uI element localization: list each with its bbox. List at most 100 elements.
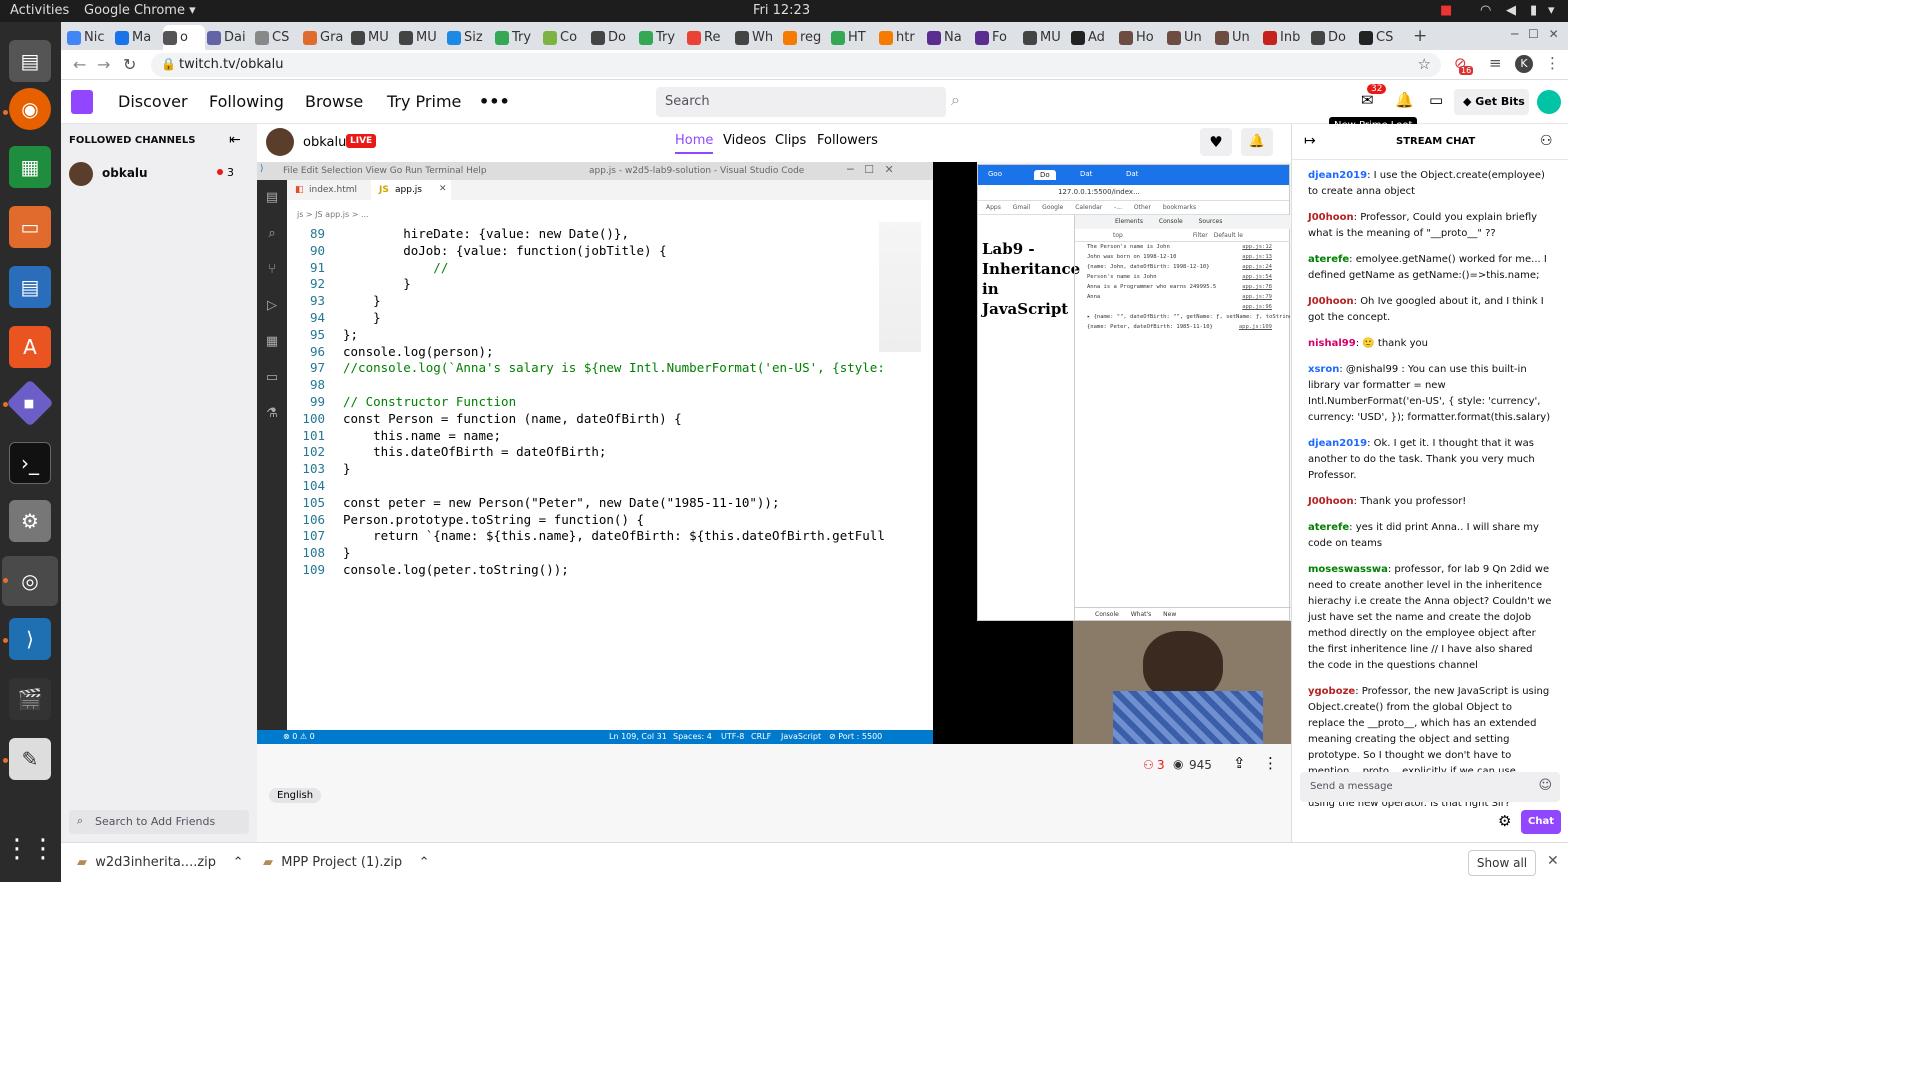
follow-heart-button[interactable]: ♥ <box>1200 128 1232 156</box>
twitch-logo-icon[interactable] <box>71 90 93 114</box>
close-downloads-icon[interactable]: ✕ <box>1547 853 1559 869</box>
show-all-button[interactable]: Show all <box>1468 850 1536 876</box>
chat-username[interactable]: J00hoon <box>1308 212 1354 223</box>
terminal-icon[interactable]: ›_ <box>9 442 51 484</box>
software-center-icon[interactable]: A <box>9 326 51 368</box>
browser-tab[interactable]: Co <box>543 25 589 50</box>
chrome-menu-icon[interactable]: ⋮ <box>1545 54 1560 72</box>
tab-home[interactable]: Home <box>675 133 714 154</box>
share-icon[interactable]: ⇪ <box>1233 754 1246 772</box>
chat-username[interactable]: nishal99 <box>1308 338 1356 349</box>
browser-tab[interactable]: MU <box>399 25 445 50</box>
chat-username[interactable]: aterefe <box>1308 254 1349 265</box>
line-ending[interactable]: CRLF <box>751 732 771 741</box>
collapse-sidebar-icon[interactable]: ⇤ <box>229 132 241 148</box>
chat-settings-icon[interactable]: ⚙ <box>1498 812 1511 830</box>
browser-tab[interactable]: Siz <box>447 25 493 50</box>
code-editor[interactable]: 89 hireDate: {value: new Date()}, 90 doJo… <box>287 226 884 579</box>
language-mode[interactable]: JavaScript <box>781 732 821 741</box>
nav-discover[interactable]: Discover <box>118 92 188 111</box>
cursor-position[interactable]: Ln 109, Col 31 <box>609 732 667 741</box>
live-server-port[interactable]: ⊘ Port : 5500 <box>829 732 882 741</box>
url-field[interactable]: 🔒 twitch.tv/obkalu ☆ <box>151 53 1441 77</box>
language-tag[interactable]: English <box>269 788 322 803</box>
notification-bell-button[interactable]: 🔔 <box>1241 128 1273 156</box>
whispers-icon[interactable]: ▭ <box>1429 91 1443 109</box>
browser-tab[interactable]: Fo <box>975 25 1021 50</box>
browser-tab[interactable]: Try <box>495 25 541 50</box>
indentation[interactable]: Spaces: 4 <box>673 732 712 741</box>
download-item-2[interactable]: ▰ MPP Project (1).zip ⌃ <box>263 855 430 870</box>
nav-try-prime[interactable]: Try Prime <box>387 92 461 111</box>
video-editor-icon[interactable]: 🎬 <box>9 678 51 720</box>
chevron-up-icon[interactable]: ⌃ <box>233 855 244 870</box>
nav-browse[interactable]: Browse <box>305 92 363 111</box>
window-controls[interactable]: ─ ☐ ✕ <box>1511 27 1559 41</box>
chrome-icon[interactable]: ◎ <box>2 556 58 606</box>
show-apps-icon[interactable]: ⋮⋮ <box>4 828 56 870</box>
get-bits-button[interactable]: ◆ Get Bits <box>1454 89 1529 115</box>
chat-send-button[interactable]: Chat <box>1521 810 1561 834</box>
media-icon[interactable]: ≡ <box>1489 54 1502 72</box>
channel-avatar[interactable] <box>266 128 294 156</box>
browser-tab[interactable]: Do <box>1311 25 1357 50</box>
browser-tab[interactable]: Ho <box>1119 25 1165 50</box>
browser-tab[interactable]: o <box>163 25 205 50</box>
clock[interactable]: Fri 12:23 <box>753 3 810 18</box>
chat-username[interactable]: J00hoon <box>1308 496 1354 507</box>
browser-tab[interactable]: Nic <box>67 25 113 50</box>
writer-icon[interactable]: ▤ <box>9 266 51 308</box>
chat-username[interactable]: djean2019 <box>1308 438 1367 449</box>
browser-tab[interactable]: MU <box>1023 25 1069 50</box>
forward-icon[interactable]: → <box>97 55 110 74</box>
chat-input[interactable]: Send a message ☺ <box>1300 772 1560 802</box>
channel-name[interactable]: obkalu <box>303 135 346 150</box>
browser-tab[interactable]: Un <box>1215 25 1261 50</box>
user-avatar[interactable] <box>1537 90 1561 114</box>
download-item-1[interactable]: ▰ w2d3inherita....zip ⌃ <box>77 855 243 870</box>
browser-tab[interactable]: Un <box>1167 25 1213 50</box>
chat-username[interactable]: ygoboze <box>1308 686 1355 697</box>
collapse-chat-icon[interactable]: ↦ <box>1304 133 1316 149</box>
back-icon[interactable]: ← <box>73 55 86 74</box>
browser-tab[interactable]: Do <box>591 25 637 50</box>
browser-tab[interactable]: MU <box>351 25 397 50</box>
firefox-icon[interactable]: ◉ <box>9 88 51 130</box>
presentation-icon[interactable]: ▭ <box>9 206 51 248</box>
notifications-icon[interactable]: 🔔 <box>1395 91 1414 109</box>
activities-button[interactable]: Activities <box>10 3 69 18</box>
nav-more-icon[interactable]: ••• <box>479 92 510 111</box>
chat-username[interactable]: djean2019 <box>1308 170 1367 181</box>
settings-icon[interactable]: ⚙ <box>9 500 51 542</box>
search-input[interactable]: Search <box>656 87 946 117</box>
chat-username[interactable]: J00hoon <box>1308 296 1354 307</box>
files-icon[interactable]: ▤ <box>9 40 51 82</box>
search-friends-input[interactable]: ⌕ Search to Add Friends <box>69 810 249 834</box>
browser-tab[interactable]: htr <box>879 25 925 50</box>
browser-tab[interactable]: Wh <box>735 25 781 50</box>
chevron-up-icon[interactable]: ⌃ <box>419 855 430 870</box>
tab-clips[interactable]: Clips <box>775 133 806 148</box>
close-tab-icon[interactable]: ✕ <box>439 184 447 194</box>
browser-tab[interactable]: Ma <box>115 25 161 50</box>
new-tab-icon[interactable]: + <box>1413 26 1427 46</box>
browser-tab[interactable]: CS <box>255 25 301 50</box>
reload-icon[interactable]: ↻ <box>123 55 136 74</box>
browser-tab[interactable]: reg <box>783 25 829 50</box>
app-menu[interactable]: Google Chrome ▾ <box>84 3 196 18</box>
browser-tab[interactable]: Gra <box>303 25 349 50</box>
power-menu-icon[interactable]: ▾ <box>1548 3 1555 18</box>
video-player[interactable]: ⟩ File Edit Selection View Go Run Termin… <box>257 162 933 744</box>
bookmark-star-icon[interactable]: ☆ <box>1418 55 1431 73</box>
browser-tab[interactable]: Try <box>639 25 685 50</box>
tab-app-js[interactable]: JS app.js ✕ <box>371 180 451 200</box>
chat-username[interactable]: aterefe <box>1308 522 1349 533</box>
browser-tab[interactable]: CS <box>1359 25 1405 50</box>
search-icon[interactable]: ⌕ <box>951 90 960 110</box>
nav-following[interactable]: Following <box>209 92 284 111</box>
community-icon[interactable]: ⚇ <box>1540 133 1553 149</box>
browser-tab[interactable]: Dai <box>207 25 253 50</box>
git-client-icon[interactable]: ◆ <box>6 379 54 427</box>
more-options-icon[interactable]: ⋮ <box>1263 754 1278 772</box>
profile-avatar[interactable]: K <box>1515 55 1533 73</box>
